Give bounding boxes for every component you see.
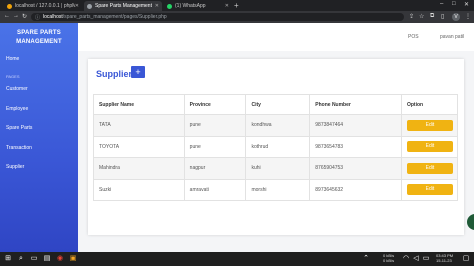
province-cell: amravati bbox=[183, 178, 247, 201]
share-icon[interactable]: ⇪ bbox=[409, 13, 414, 20]
add-supplier-button[interactable]: + bbox=[131, 66, 145, 78]
extensions-icon[interactable]: ⧉ bbox=[430, 13, 434, 20]
site-info-icon[interactable]: ⓘ bbox=[35, 14, 40, 21]
phone-cell: 9873847464 bbox=[309, 114, 402, 137]
phone-cell: 8765904753 bbox=[309, 157, 402, 180]
column-header: Phone Number bbox=[309, 94, 402, 115]
edit-button[interactable]: Edit bbox=[406, 141, 453, 153]
edit-button[interactable]: Edit bbox=[406, 162, 453, 174]
supplier-card: Supplier + Supplier Name Province City P… bbox=[88, 59, 464, 235]
column-header: Province bbox=[183, 94, 247, 115]
windows-start-icon[interactable]: ⊞ bbox=[4, 255, 12, 263]
notifications-icon[interactable]: ▢ bbox=[462, 255, 470, 263]
sidebar-item-home[interactable]: Home bbox=[6, 56, 19, 62]
city-cell: kuhi bbox=[245, 157, 311, 180]
phone-cell: 9873654783 bbox=[309, 135, 402, 158]
forward-icon[interactable]: → bbox=[13, 13, 19, 19]
page-favicon-icon bbox=[87, 3, 92, 9]
close-icon[interactable]: ✕ bbox=[75, 3, 79, 9]
user-menu[interactable]: pavan patil bbox=[440, 34, 464, 40]
chrome-icon[interactable]: ◉ bbox=[56, 255, 64, 263]
floating-chat-button[interactable] bbox=[467, 214, 474, 230]
option-cell: Edit bbox=[400, 178, 459, 201]
volume-icon[interactable]: ◁ bbox=[412, 255, 420, 263]
taskbar: ⊞ ⌕ ▭ ▤ ◉ ▣ ⌃ 0 kB/s 0 kB/s ◠ ◁ ▭ 03:43 … bbox=[0, 252, 474, 266]
edit-button[interactable]: Edit bbox=[406, 119, 453, 131]
table-header-row: Supplier Name Province City Phone Number… bbox=[93, 94, 459, 115]
maximize-icon[interactable]: □ bbox=[452, 1, 456, 7]
supplier-name-cell: Mahindra bbox=[93, 157, 185, 180]
province-cell: pune bbox=[183, 114, 247, 137]
search-icon[interactable]: ⌕ bbox=[17, 255, 25, 263]
url-bar[interactable]: ⓘ localhost /spare_parts_management/page… bbox=[31, 13, 404, 21]
whatsapp-favicon-icon bbox=[167, 3, 172, 9]
side-panel-icon[interactable]: ▯ bbox=[441, 13, 444, 20]
reload-icon[interactable]: ↻ bbox=[22, 13, 27, 20]
menu-icon[interactable]: ⋮ bbox=[465, 13, 471, 20]
page: SPARE PARTS MANAGEMENT Home PAGES Custom… bbox=[0, 23, 474, 252]
wifi-icon[interactable]: ◠ bbox=[402, 255, 410, 263]
table-row: Mahindra nagpur kuhi 8765904753 Edit bbox=[93, 157, 459, 180]
clock[interactable]: 03:43 PM 15-11-23 bbox=[436, 253, 453, 263]
network-speed: 0 kB/s 0 kB/s bbox=[383, 253, 395, 263]
page-title: Supplier bbox=[96, 69, 133, 79]
profile-avatar[interactable]: V bbox=[452, 13, 460, 21]
option-cell: Edit bbox=[400, 157, 459, 180]
edit-button[interactable]: Edit bbox=[406, 184, 453, 196]
close-window-icon[interactable]: ✕ bbox=[464, 1, 469, 8]
back-icon[interactable]: ← bbox=[4, 13, 10, 19]
brand[interactable]: SPARE PARTS MANAGEMENT bbox=[0, 23, 78, 47]
tab-phpmyadmin[interactable]: localhost / 127.0.0.1 | phpMyAdr ✕ bbox=[4, 1, 82, 11]
pos-link[interactable]: POS bbox=[408, 34, 419, 40]
city-cell: morshi bbox=[245, 178, 311, 201]
supplier-name-cell: Suzki bbox=[93, 178, 185, 201]
chevron-up-icon[interactable]: ⌃ bbox=[362, 255, 370, 263]
top-bar: POS pavan patil bbox=[78, 23, 474, 51]
supplier-name-cell: TATA bbox=[93, 114, 185, 137]
sidebar-section-heading: PAGES bbox=[6, 74, 20, 79]
option-cell: Edit bbox=[400, 135, 459, 158]
phpmyadmin-favicon-icon bbox=[7, 3, 12, 9]
tab-spare-parts[interactable]: Spare Parts Management ✕ bbox=[84, 1, 162, 11]
column-header: Supplier Name bbox=[93, 94, 185, 115]
sidebar-item-customer[interactable]: Customer bbox=[6, 86, 28, 92]
column-header: City bbox=[245, 94, 311, 115]
file-explorer-icon[interactable]: ▤ bbox=[43, 255, 51, 263]
table-row: Suzki amravati morshi 8973645632 Edit bbox=[93, 178, 459, 201]
city-cell: kothrud bbox=[245, 135, 311, 158]
close-icon[interactable]: ✕ bbox=[225, 3, 229, 9]
close-icon[interactable]: ✕ bbox=[155, 3, 159, 9]
sidebar-item-transaction[interactable]: Transaction bbox=[6, 145, 32, 151]
sidebar: SPARE PARTS MANAGEMENT Home PAGES Custom… bbox=[0, 23, 78, 252]
phone-cell: 8973645632 bbox=[309, 178, 402, 201]
supplier-table: Supplier Name Province City Phone Number… bbox=[93, 94, 459, 201]
xampp-icon[interactable]: ▣ bbox=[69, 255, 77, 263]
tab-whatsapp[interactable]: (1) WhatsApp ✕ bbox=[164, 1, 232, 11]
supplier-name-cell: TOYOTA bbox=[93, 135, 185, 158]
new-tab-button[interactable]: + bbox=[234, 1, 239, 10]
task-view-icon[interactable]: ▭ bbox=[30, 255, 38, 263]
province-cell: nagpur bbox=[183, 157, 247, 180]
minimize-icon[interactable]: – bbox=[440, 1, 443, 7]
browser-tab-strip: localhost / 127.0.0.1 | phpMyAdr ✕ Spare… bbox=[0, 0, 474, 11]
sidebar-item-spare-parts[interactable]: Spare Parts bbox=[6, 125, 32, 131]
column-header: Option bbox=[400, 94, 459, 115]
sidebar-item-supplier[interactable]: Supplier bbox=[6, 164, 24, 170]
table-row: TATA pune kondhwa 9873847464 Edit bbox=[93, 114, 459, 137]
province-cell: pune bbox=[183, 135, 247, 158]
address-bar-row: ← → ↻ ⓘ localhost /spare_parts_managemen… bbox=[0, 11, 474, 23]
option-cell: Edit bbox=[400, 114, 459, 137]
table-row: TOYOTA pune kothrud 9873654783 Edit bbox=[93, 135, 459, 158]
city-cell: kondhwa bbox=[245, 114, 311, 137]
sidebar-item-employee[interactable]: Employee bbox=[6, 106, 28, 112]
battery-icon[interactable]: ▭ bbox=[422, 255, 430, 263]
bookmark-star-icon[interactable]: ☆ bbox=[419, 13, 424, 20]
